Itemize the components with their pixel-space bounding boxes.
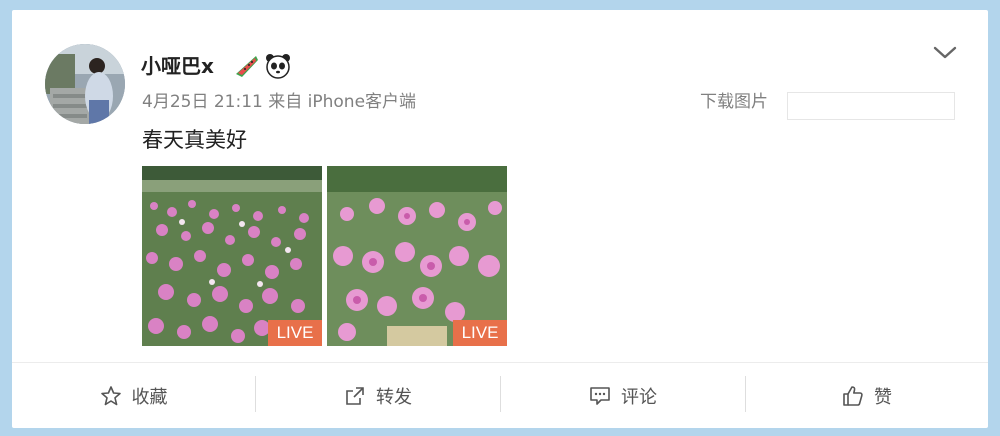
- favorite-label: 收藏: [131, 386, 168, 408]
- repost-button[interactable]: 转发: [256, 363, 500, 428]
- live-badge: LIVE: [268, 320, 322, 346]
- comment-button[interactable]: 评论: [501, 363, 745, 428]
- repost-label: 转发: [376, 386, 412, 408]
- comment-icon: [589, 385, 611, 407]
- weibo-post-card: 小哑巴x 4月25日 21:11 来自 iPhone客户端 下载图片 春天真美好: [12, 10, 988, 428]
- avatar[interactable]: [45, 44, 125, 124]
- watermelon-emoji-icon: [236, 56, 258, 77]
- like-label: 赞: [874, 386, 892, 408]
- post-text: 春天真美好: [142, 128, 247, 152]
- post-meta: 4月25日 21:11 来自 iPhone客户端: [142, 92, 417, 112]
- flower-closeup-image: [327, 166, 507, 346]
- panda-emoji-icon: [266, 54, 290, 79]
- comment-label: 评论: [621, 386, 657, 408]
- post-photo-1[interactable]: LIVE: [142, 166, 322, 346]
- favorite-button[interactable]: 收藏: [12, 363, 255, 428]
- thumbs-up-icon: [842, 385, 864, 407]
- download-images-link[interactable]: 下载图片: [700, 90, 768, 114]
- share-icon: [344, 385, 366, 407]
- like-button[interactable]: 赞: [746, 363, 988, 428]
- chevron-down-icon[interactable]: [932, 42, 958, 62]
- download-box: [787, 92, 955, 120]
- flower-field-image: [142, 166, 322, 346]
- post-photo-2[interactable]: LIVE: [327, 166, 507, 346]
- live-badge: LIVE: [453, 320, 507, 346]
- username[interactable]: 小哑巴x: [141, 52, 214, 80]
- star-icon: [100, 385, 122, 407]
